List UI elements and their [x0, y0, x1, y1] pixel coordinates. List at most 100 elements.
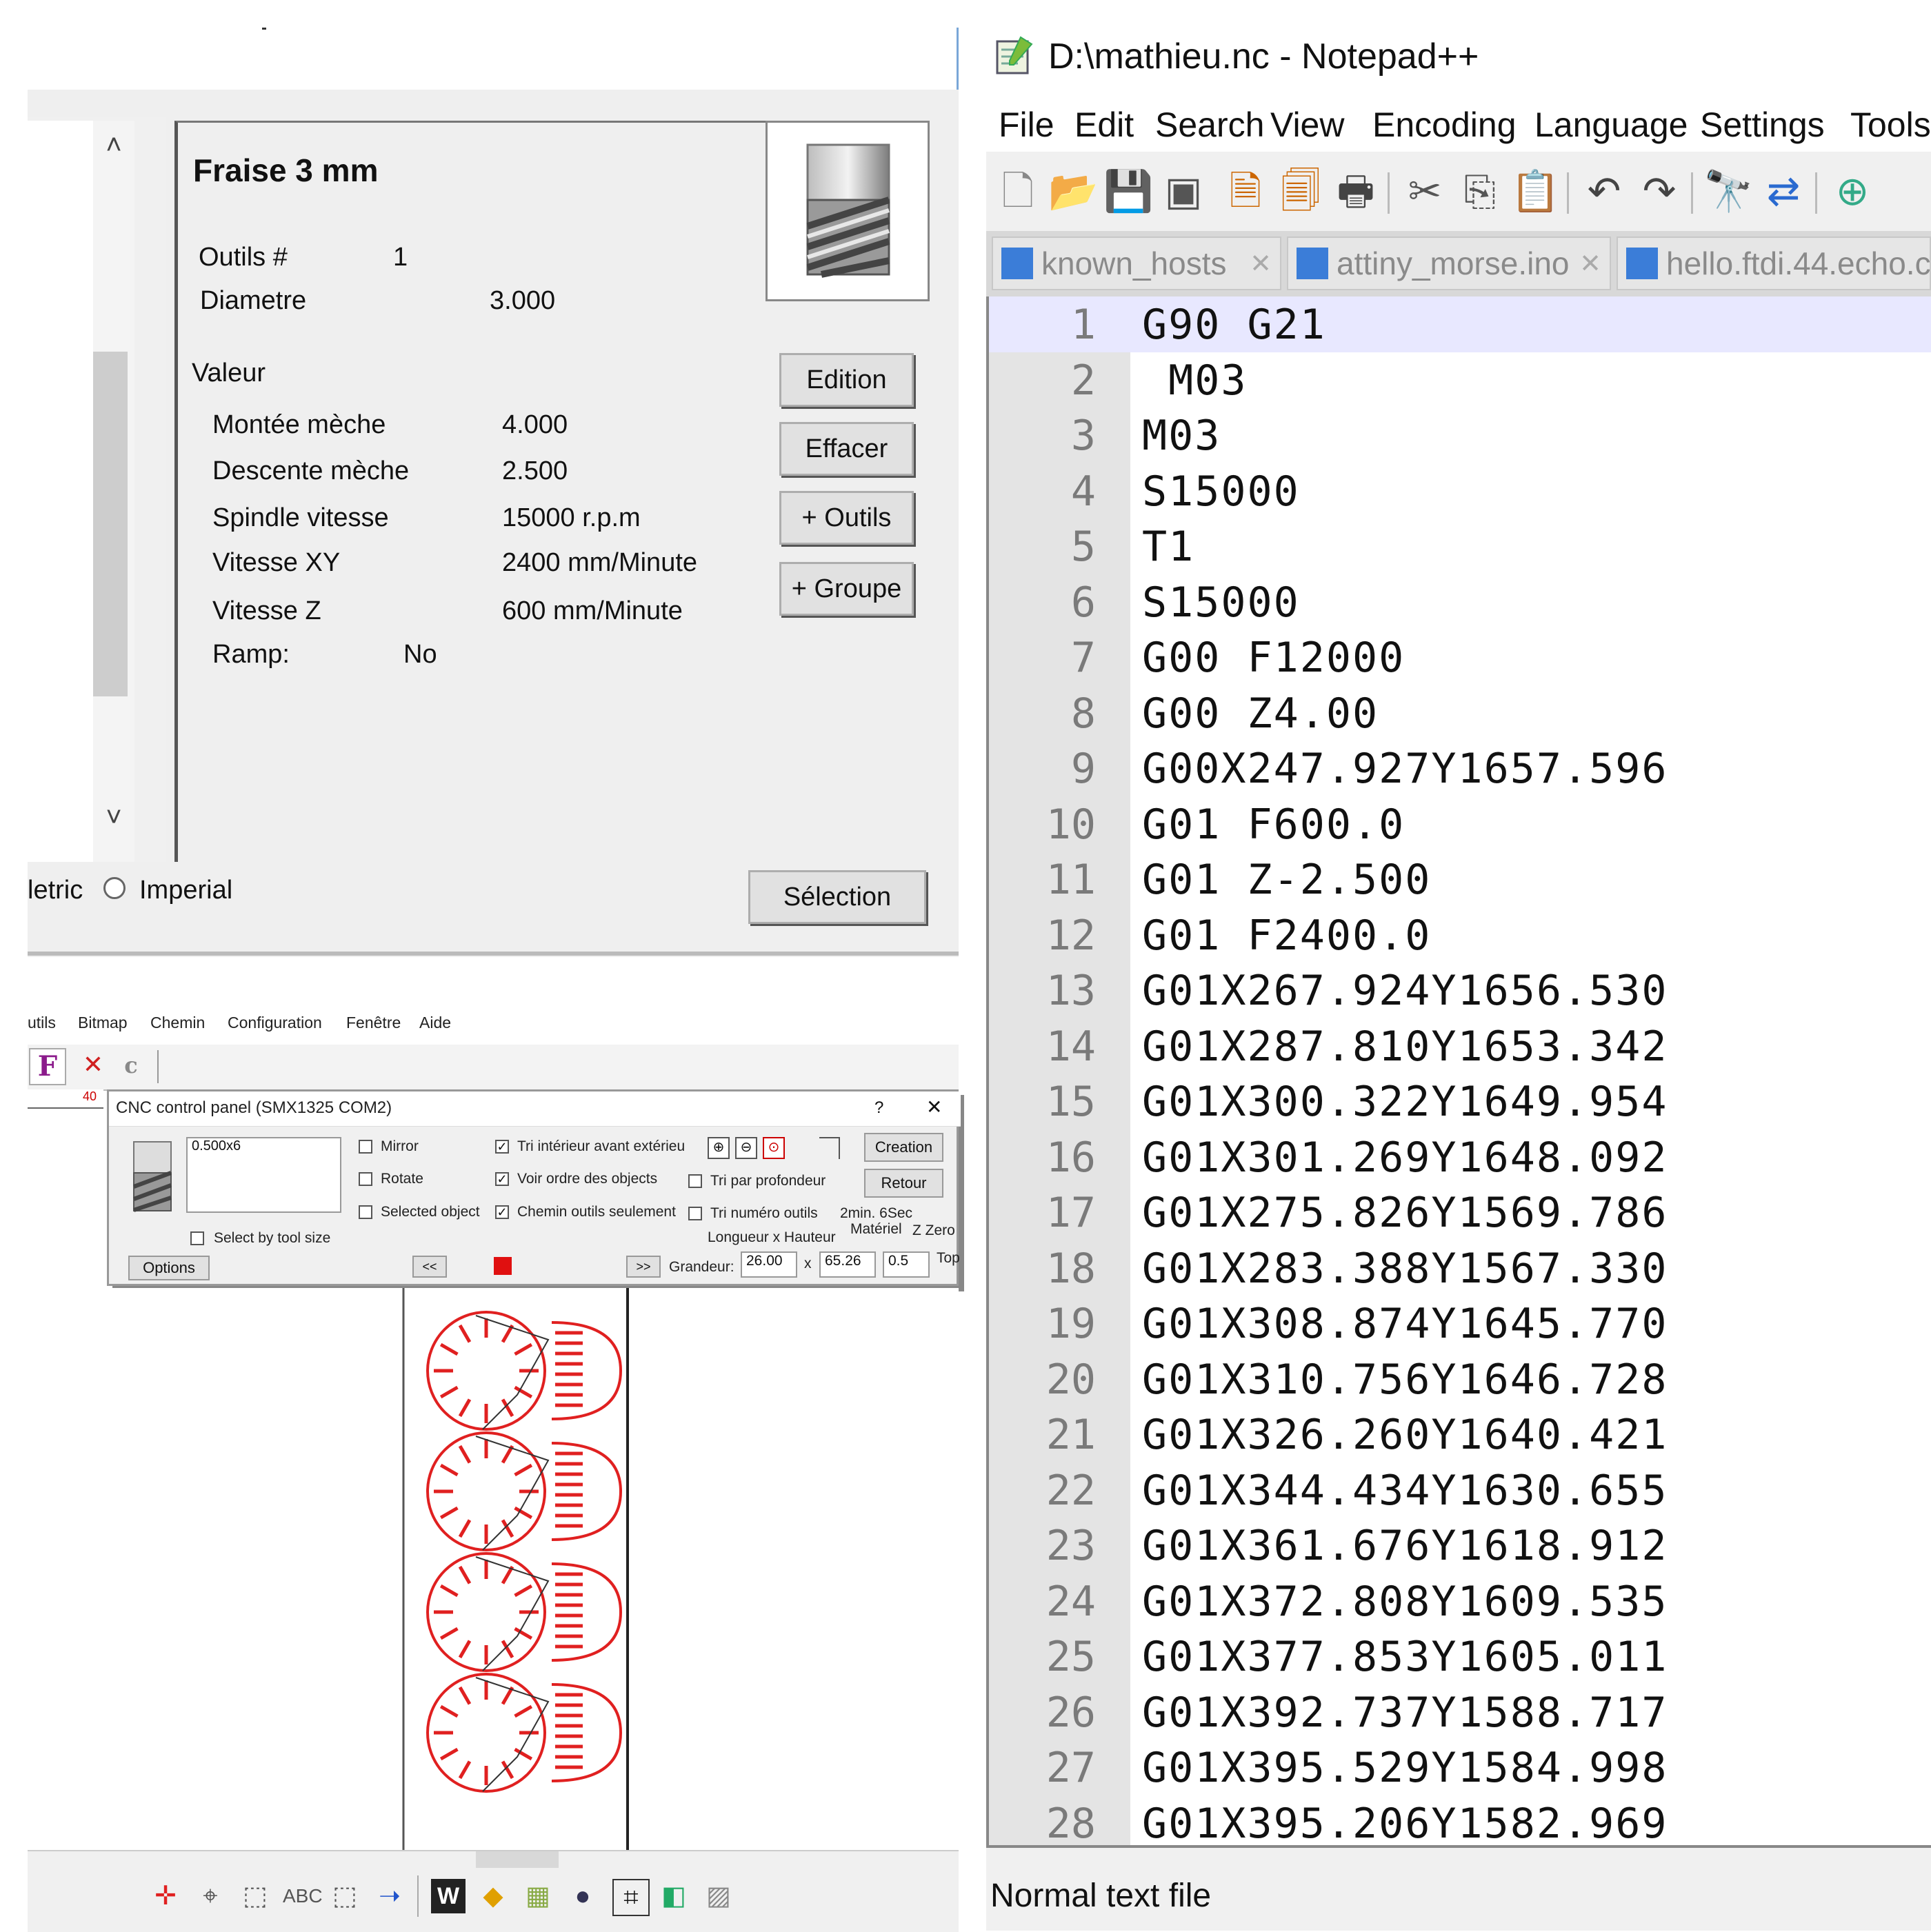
code-line[interactable]: 17 G01X275.826Y1569.786	[989, 1185, 1931, 1240]
menu-edit[interactable]: Edit	[1074, 105, 1134, 145]
copy-icon[interactable]: ⎘	[1455, 167, 1505, 217]
code-editor[interactable]: 1 G90 G21 2 M03 3 M03 4 S15000 5 T1 6 S15000 7 G00 F…	[986, 296, 1931, 1848]
code-line[interactable]: 24 G01X372.808Y1609.535	[989, 1573, 1931, 1629]
text-tool-icon[interactable]: ABC	[283, 1879, 323, 1913]
menu-search[interactable]: Search	[1155, 105, 1264, 145]
scrollbar-thumb[interactable]	[93, 352, 128, 696]
tab-attiny-morse[interactable]: attiny_morse.ino ✕	[1287, 237, 1611, 290]
add-point-icon[interactable]: ✛	[148, 1879, 183, 1913]
add-groupe-button[interactable]: + Groupe	[779, 562, 914, 616]
code-line[interactable]: 25 G01X377.853Y1605.011	[989, 1629, 1931, 1684]
corner-icon[interactable]	[819, 1137, 840, 1159]
tri-numero-checkbox[interactable]	[688, 1207, 702, 1220]
code-line[interactable]: 14 G01X287.810Y1653.342	[989, 1018, 1931, 1074]
undo-icon[interactable]: ↶	[1579, 167, 1629, 217]
chevron-up-icon[interactable]: ˄	[93, 128, 134, 162]
globe-icon[interactable]: ●	[566, 1879, 600, 1913]
help-button[interactable]: ?	[874, 1098, 883, 1118]
longueur-input[interactable]: 26.00	[741, 1251, 797, 1278]
menu-aide[interactable]: Aide	[419, 1014, 451, 1032]
stop-icon[interactable]	[494, 1257, 512, 1275]
select-node-icon[interactable]: ⌖	[193, 1879, 228, 1913]
imperial-radio[interactable]	[103, 877, 126, 899]
print-icon[interactable]: 🖶	[1331, 167, 1381, 217]
code-line[interactable]: 18 G01X283.388Y1567.330	[989, 1240, 1931, 1296]
tab-hello-ftdi[interactable]: hello.ftdi.44.echo.c	[1617, 237, 1931, 290]
menu-file[interactable]: File	[999, 105, 1054, 145]
code-line[interactable]: 22 G01X344.434Y1630.655	[989, 1462, 1931, 1518]
w-icon[interactable]: W	[431, 1879, 466, 1913]
code-line[interactable]: 19 G01X308.874Y1645.770	[989, 1296, 1931, 1351]
code-line[interactable]: 26 G01X392.737Y1588.717	[989, 1684, 1931, 1740]
c-diamond-icon[interactable]: ◆	[476, 1879, 510, 1913]
code-line[interactable]: 2 M03	[989, 352, 1931, 408]
palette-icon[interactable]: ▦	[521, 1879, 555, 1913]
metric-radio-label[interactable]: letric	[28, 876, 83, 905]
previous-button[interactable]: <<	[412, 1256, 447, 1278]
rotate-checkbox[interactable]	[359, 1172, 372, 1186]
code-line[interactable]: 20 G01X310.756Y1646.728	[989, 1351, 1931, 1407]
menu-outils[interactable]: utils	[28, 1014, 56, 1032]
cut-icon[interactable]: ✂	[1400, 167, 1450, 217]
tab-known-hosts[interactable]: known_hosts ✕	[992, 237, 1281, 290]
code-line[interactable]: 9 G00X247.927Y1657.596	[989, 741, 1931, 796]
toolpath-canvas[interactable]	[28, 1288, 959, 1850]
code-line[interactable]: 23 G01X361.676Y1618.912	[989, 1518, 1931, 1573]
creation-button[interactable]: Creation	[864, 1133, 943, 1162]
tab-close-icon[interactable]: ✕	[1250, 248, 1272, 279]
open-file-icon[interactable]: 📂	[1048, 167, 1098, 217]
menu-bitmap[interactable]: Bitmap	[78, 1014, 128, 1032]
code-line[interactable]: 10 G01 F600.0	[989, 796, 1931, 852]
canvas-scrollbar[interactable]	[476, 1851, 559, 1868]
materiel-input[interactable]: 0.5	[883, 1251, 930, 1278]
tri-profondeur-checkbox[interactable]	[688, 1174, 702, 1188]
menu-settings[interactable]: Settings	[1700, 105, 1825, 145]
code-line[interactable]: 5 T1	[989, 519, 1931, 574]
save-all-icon[interactable]: ▣	[1159, 167, 1208, 217]
code-line[interactable]: 12 G01 F2400.0	[989, 907, 1931, 963]
crop-icon[interactable]: ⌗	[612, 1879, 650, 1916]
code-line[interactable]: 4 S15000	[989, 463, 1931, 519]
selected-object-checkbox[interactable]	[359, 1205, 372, 1219]
mirror-checkbox[interactable]	[359, 1140, 372, 1154]
next-button[interactable]: >>	[626, 1256, 661, 1278]
code-line[interactable]: 15 G01X300.322Y1649.954	[989, 1074, 1931, 1129]
copy-icon[interactable]: c	[114, 1048, 148, 1083]
hauteur-input[interactable]: 65.26	[819, 1251, 876, 1278]
menu-chemin[interactable]: Chemin	[150, 1014, 205, 1032]
arrow-tool-icon[interactable]: ➝	[372, 1879, 407, 1913]
retour-button[interactable]: Retour	[864, 1169, 943, 1198]
code-line[interactable]: 8 G00 Z4.00	[989, 685, 1931, 741]
chevron-down-icon[interactable]: ˅	[93, 800, 134, 834]
tab-close-icon[interactable]: ✕	[1579, 248, 1601, 279]
code-line[interactable]: 3 M03	[989, 407, 1931, 463]
menu-encoding[interactable]: Encoding	[1372, 105, 1517, 145]
effacer-button[interactable]: Effacer	[779, 422, 914, 476]
add-outils-button[interactable]: + Outils	[779, 491, 914, 545]
code-line[interactable]: 6 S15000	[989, 574, 1931, 630]
zoom-in-icon[interactable]: ⊕	[708, 1137, 730, 1159]
delete-icon[interactable]: ✕	[76, 1048, 110, 1083]
options-button[interactable]: Options	[128, 1256, 210, 1280]
close-file-icon[interactable]: 🗎	[1221, 167, 1270, 217]
zoom-in-icon[interactable]: ⊕	[1828, 167, 1877, 217]
code-line[interactable]: 13 G01X267.924Y1656.530	[989, 963, 1931, 1018]
menu-view[interactable]: View	[1270, 105, 1344, 145]
tool-size-list[interactable]: 0.500x6	[186, 1137, 341, 1213]
close-icon[interactable]: ✕	[926, 1096, 942, 1118]
code-line[interactable]: 7 G00 F12000	[989, 630, 1931, 685]
code-line[interactable]: 11 G01 Z-2.500	[989, 852, 1931, 907]
voir-ordre-checkbox[interactable]: ✓	[495, 1172, 509, 1186]
new-file-icon[interactable]: 🗋	[993, 167, 1043, 217]
code-line[interactable]: 28 G01X395.206Y1582.969	[989, 1795, 1931, 1851]
edition-button[interactable]: Edition	[779, 353, 914, 407]
tri-interieur-checkbox[interactable]: ✓	[495, 1140, 509, 1154]
redo-icon[interactable]: ↷	[1634, 167, 1684, 217]
move-icon[interactable]: ⬚	[328, 1879, 362, 1913]
close-all-icon[interactable]: 🗐	[1276, 167, 1325, 217]
save-icon[interactable]: 💾	[1103, 167, 1153, 217]
menu-fenetre[interactable]: Fenêtre	[346, 1014, 401, 1032]
selection-button[interactable]: Sélection	[748, 870, 926, 924]
zoom-out-icon[interactable]: ⊖	[735, 1137, 757, 1159]
code-line[interactable]: 21 G01X326.260Y1640.421	[989, 1407, 1931, 1462]
